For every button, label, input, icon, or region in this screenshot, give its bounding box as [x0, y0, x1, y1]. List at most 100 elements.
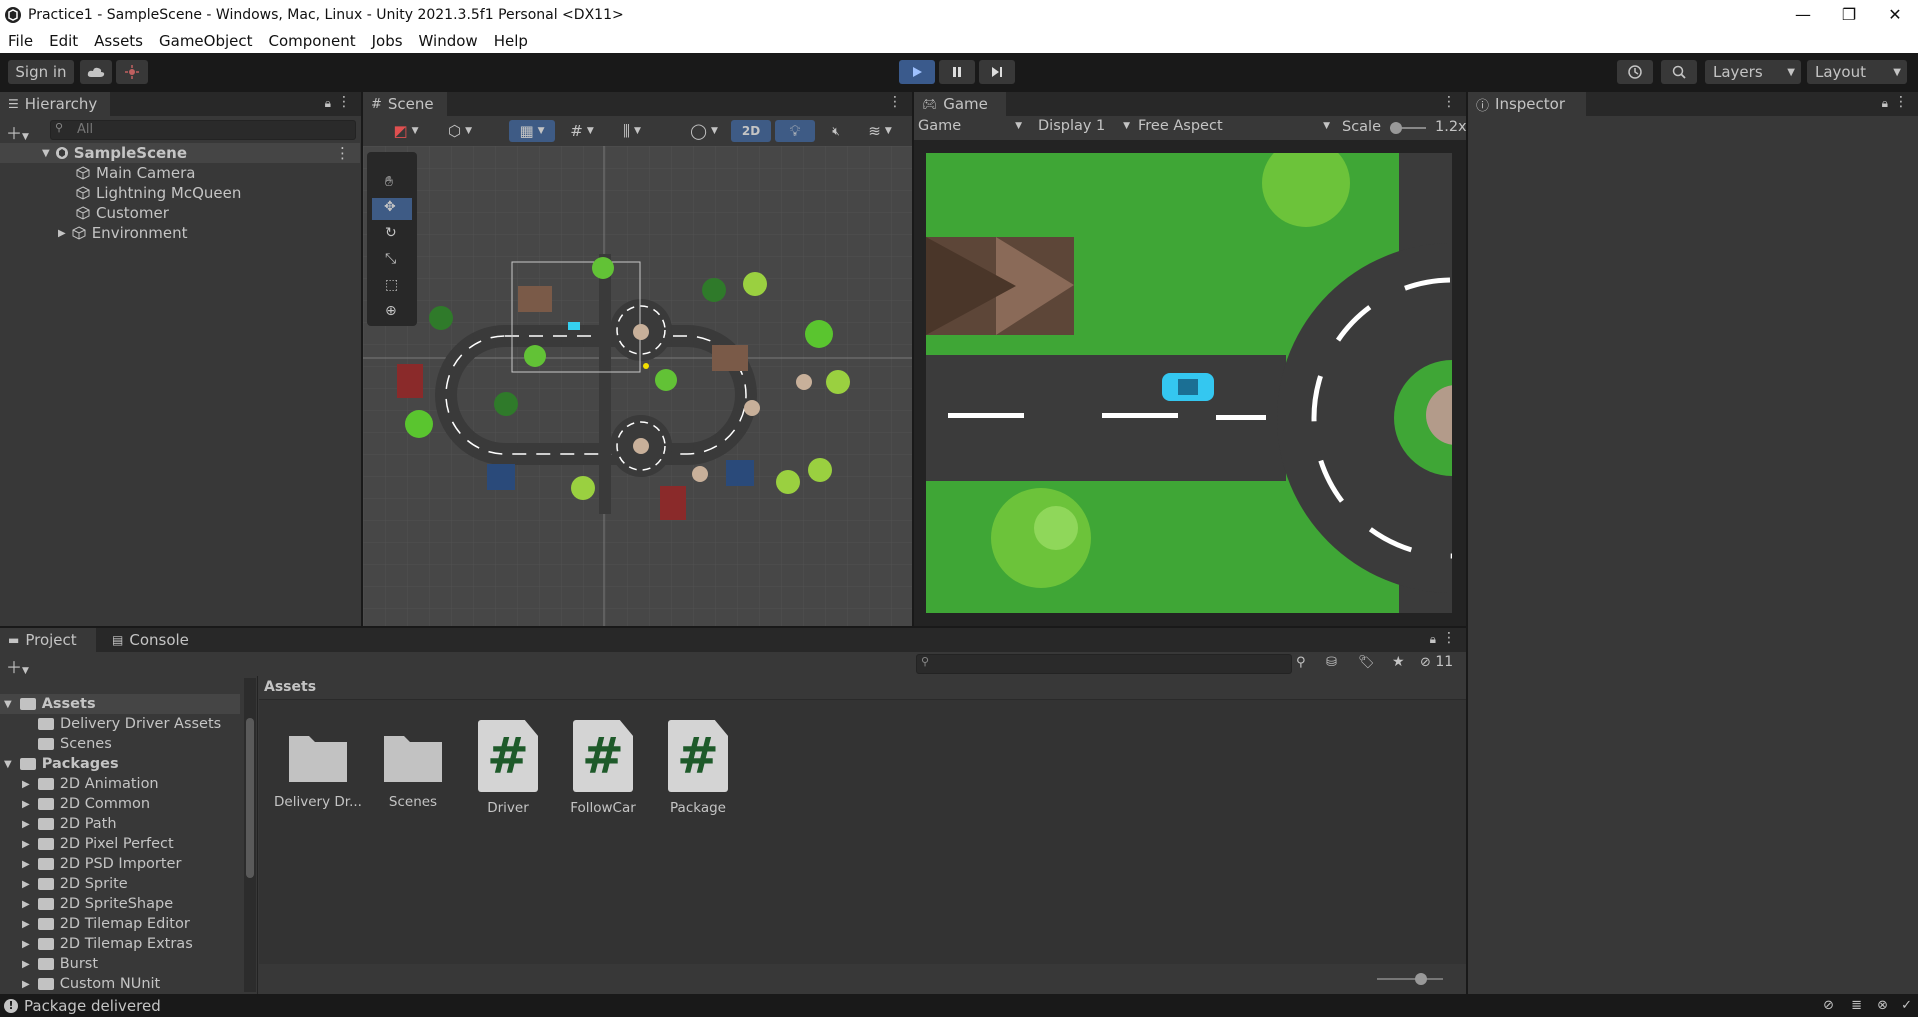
sign-in-button[interactable]: Sign in [8, 60, 74, 84]
aspect-dropdown[interactable]: Free Aspect ▼ [1138, 118, 1334, 138]
asset-scenes[interactable]: Scenes [368, 720, 458, 810]
debug-off-icon[interactable]: ⊘ [1823, 998, 1834, 1013]
tree-item-2d-common[interactable]: ▶ 2D Common [22, 794, 150, 814]
asset-driver-script[interactable]: # Driver [463, 720, 553, 816]
star-icon[interactable]: ★ [1392, 654, 1405, 670]
tab-inspector[interactable]: ⓘ Inspector [1468, 92, 1586, 116]
tree-item-2d-psd-importer[interactable]: ▶ 2D PSD Importer [22, 854, 181, 874]
breadcrumb-assets[interactable]: Assets [264, 679, 316, 695]
tree-item-2d-tilemap-extras[interactable]: ▶ 2D Tilemap Extras [22, 934, 193, 954]
expand-arrow-icon[interactable]: ▶ [58, 228, 66, 239]
hierarchy-item-environment[interactable]: ▶ Environment [0, 223, 360, 243]
kebab-menu-icon[interactable]: ⋮ [337, 94, 351, 110]
tree-scrollbar[interactable] [244, 678, 256, 992]
lighting-toggle[interactable]: 💡︎ [775, 120, 815, 142]
tab-game[interactable]: 🎮︎ Game [914, 92, 1006, 116]
lock-icon[interactable]: 🔒︎ [325, 96, 331, 111]
kebab-menu-icon[interactable]: ⋮ [335, 144, 350, 162]
scale-slider[interactable] [1390, 122, 1426, 134]
tree-item-2d-pixel-perfect[interactable]: ▶ 2D Pixel Perfect [22, 834, 174, 854]
search-by-type-icon[interactable]: ⚲ [1296, 655, 1306, 670]
close-button[interactable]: ✕ [1872, 0, 1918, 29]
tree-item-scenes[interactable]: Scenes [38, 734, 112, 754]
tab-hierarchy[interactable]: ☰ Hierarchy [0, 92, 110, 116]
scene-row[interactable]: ▼ SampleScene ⋮ [0, 143, 360, 163]
icon-size-slider[interactable] [1377, 973, 1443, 985]
layout-dropdown[interactable]: Layout ▼ [1807, 60, 1907, 84]
asset-package-script[interactable]: # Package [653, 720, 743, 816]
move-tool[interactable]: ✥ [372, 198, 412, 220]
effects-dropdown[interactable]: ≋ ▼ [857, 120, 903, 142]
add-dropdown[interactable]: ＋▼ [6, 120, 29, 144]
asset-delivery-driver-assets[interactable]: Delivery Dr... [273, 720, 363, 810]
tree-item-2d-path[interactable]: ▶ 2D Path [22, 814, 117, 834]
rect-tool[interactable]: ⬚ [372, 276, 412, 298]
collab-button[interactable] [116, 60, 148, 84]
kebab-menu-icon[interactable]: ⋮ [1442, 630, 1456, 646]
menu-assets[interactable]: Assets [86, 32, 151, 50]
icon-size-slider-thumb[interactable] [1415, 973, 1427, 985]
undo-history-button[interactable] [1617, 60, 1653, 84]
hierarchy-item-customer[interactable]: Customer [0, 203, 360, 223]
transform-tool[interactable]: ⊕ [372, 302, 412, 324]
tree-item-burst[interactable]: ▶ Burst [22, 954, 98, 974]
status-message[interactable]: Package delivered [24, 997, 161, 1015]
label-icon[interactable]: 🏷︎ [1358, 655, 1375, 670]
search-button[interactable] [1661, 60, 1697, 84]
tab-project[interactable]: ▬ Project [0, 628, 96, 652]
project-search-field[interactable]: ⚲ [916, 654, 1292, 674]
rotate-tool[interactable]: ↻ [372, 224, 412, 246]
restore-button[interactable]: ❐ [1826, 0, 1872, 29]
stack-icon[interactable]: ≣ [1851, 998, 1862, 1013]
audio-toggle[interactable]: 🔇︎ [819, 120, 853, 142]
grid-dropdown[interactable]: # ▼ [559, 120, 605, 142]
menu-jobs[interactable]: Jobs [364, 32, 411, 50]
game-view-dropdown[interactable]: Game ▼ [918, 118, 1026, 138]
menu-gameobject[interactable]: GameObject [151, 32, 261, 50]
hidden-packages-toggle[interactable]: ⊘ 11 [1420, 654, 1453, 670]
hierarchy-item-main-camera[interactable]: Main Camera [0, 163, 360, 183]
draw-mode-dropdown[interactable]: ◩ ▼ [383, 120, 429, 142]
increment-snap-dropdown[interactable]: ⫼ ▼ [609, 120, 655, 142]
layers-dropdown[interactable]: Layers ▼ [1705, 60, 1801, 84]
lock-icon[interactable]: 🔒︎ [1882, 96, 1888, 111]
hand-tool[interactable]: ✋︎ [372, 172, 412, 194]
game-viewport[interactable] [926, 153, 1452, 613]
tree-scrollbar-thumb[interactable] [246, 718, 254, 878]
tree-item-packages[interactable]: ▼ Packages [0, 754, 119, 774]
menu-edit[interactable]: Edit [41, 32, 86, 50]
lock-icon[interactable]: 🔒︎ [1430, 632, 1436, 647]
no-network-icon[interactable]: ⊗ [1877, 998, 1888, 1013]
tree-item-2d-spriteshape[interactable]: ▶ 2D SpriteShape [22, 894, 173, 914]
hierarchy-item-lightning-mcqueen[interactable]: Lightning McQueen [0, 183, 360, 203]
tab-scene[interactable]: # Scene [363, 92, 447, 116]
menu-help[interactable]: Help [486, 32, 536, 50]
tab-console[interactable]: ▤ Console [104, 628, 204, 652]
display-dropdown[interactable]: Display 1 ▼ [1038, 118, 1134, 138]
shading-mode-dropdown[interactable]: ◯ ▼ [681, 120, 727, 142]
kebab-menu-icon[interactable]: ⋮ [888, 94, 902, 110]
menu-file[interactable]: File [0, 32, 41, 50]
minimize-button[interactable]: — [1780, 0, 1826, 29]
kebab-menu-icon[interactable]: ⋮ [1894, 94, 1908, 110]
filter-icon[interactable]: ⛁ [1326, 655, 1337, 670]
tree-item-delivery-driver-assets[interactable]: Delivery Driver Assets [38, 714, 221, 734]
tree-item-2d-tilemap-editor[interactable]: ▶ 2D Tilemap Editor [22, 914, 190, 934]
check-circle-icon[interactable]: ✓ [1901, 998, 1912, 1013]
expand-arrow-icon[interactable]: ▼ [42, 148, 50, 159]
menu-window[interactable]: Window [411, 32, 486, 50]
scale-tool[interactable]: ⤡ [372, 250, 412, 272]
tree-item-custom-nunit[interactable]: ▶ Custom NUnit [22, 974, 160, 994]
tree-item-2d-animation[interactable]: ▶ 2D Animation [22, 774, 159, 794]
hierarchy-search-field[interactable]: ⚲ All [50, 120, 356, 140]
mode-2d-toggle[interactable]: 2D [731, 120, 771, 142]
tree-item-assets[interactable]: ▼ Assets [0, 694, 240, 714]
scene-viewport[interactable] [363, 146, 912, 626]
grid-snap-toggle[interactable]: ▦ ▼ [509, 120, 555, 142]
step-button[interactable] [979, 60, 1015, 84]
pause-button[interactable] [939, 60, 975, 84]
asset-followcar-script[interactable]: # FollowCar [558, 720, 648, 816]
menu-component[interactable]: Component [261, 32, 364, 50]
scale-slider-thumb[interactable] [1390, 122, 1402, 134]
create-dropdown[interactable]: ＋▼ [6, 654, 29, 678]
